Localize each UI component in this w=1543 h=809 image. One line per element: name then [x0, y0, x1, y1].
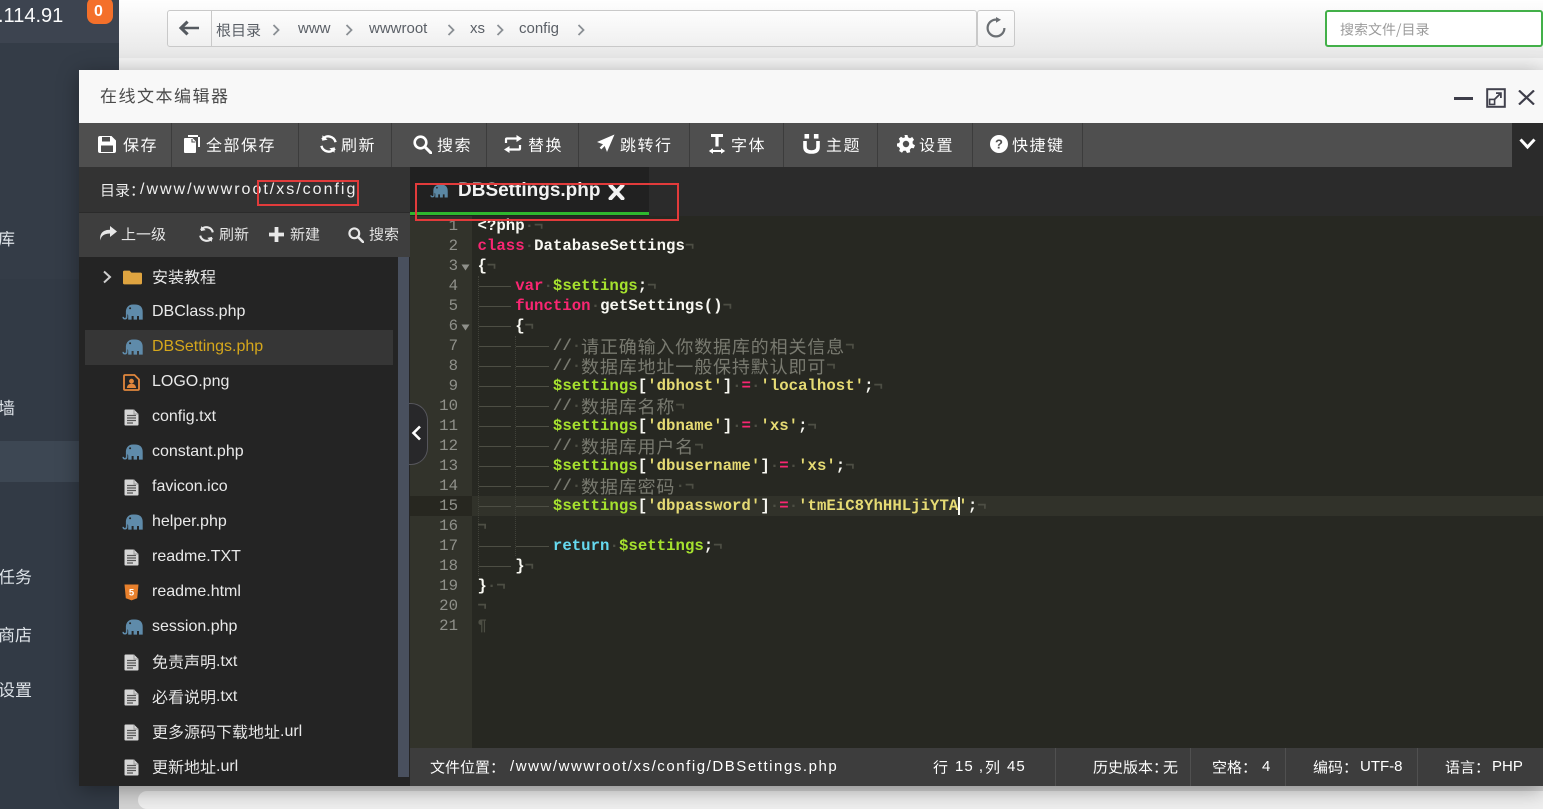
- svg-text:?: ?: [995, 137, 1003, 152]
- svg-text:5: 5: [129, 587, 135, 598]
